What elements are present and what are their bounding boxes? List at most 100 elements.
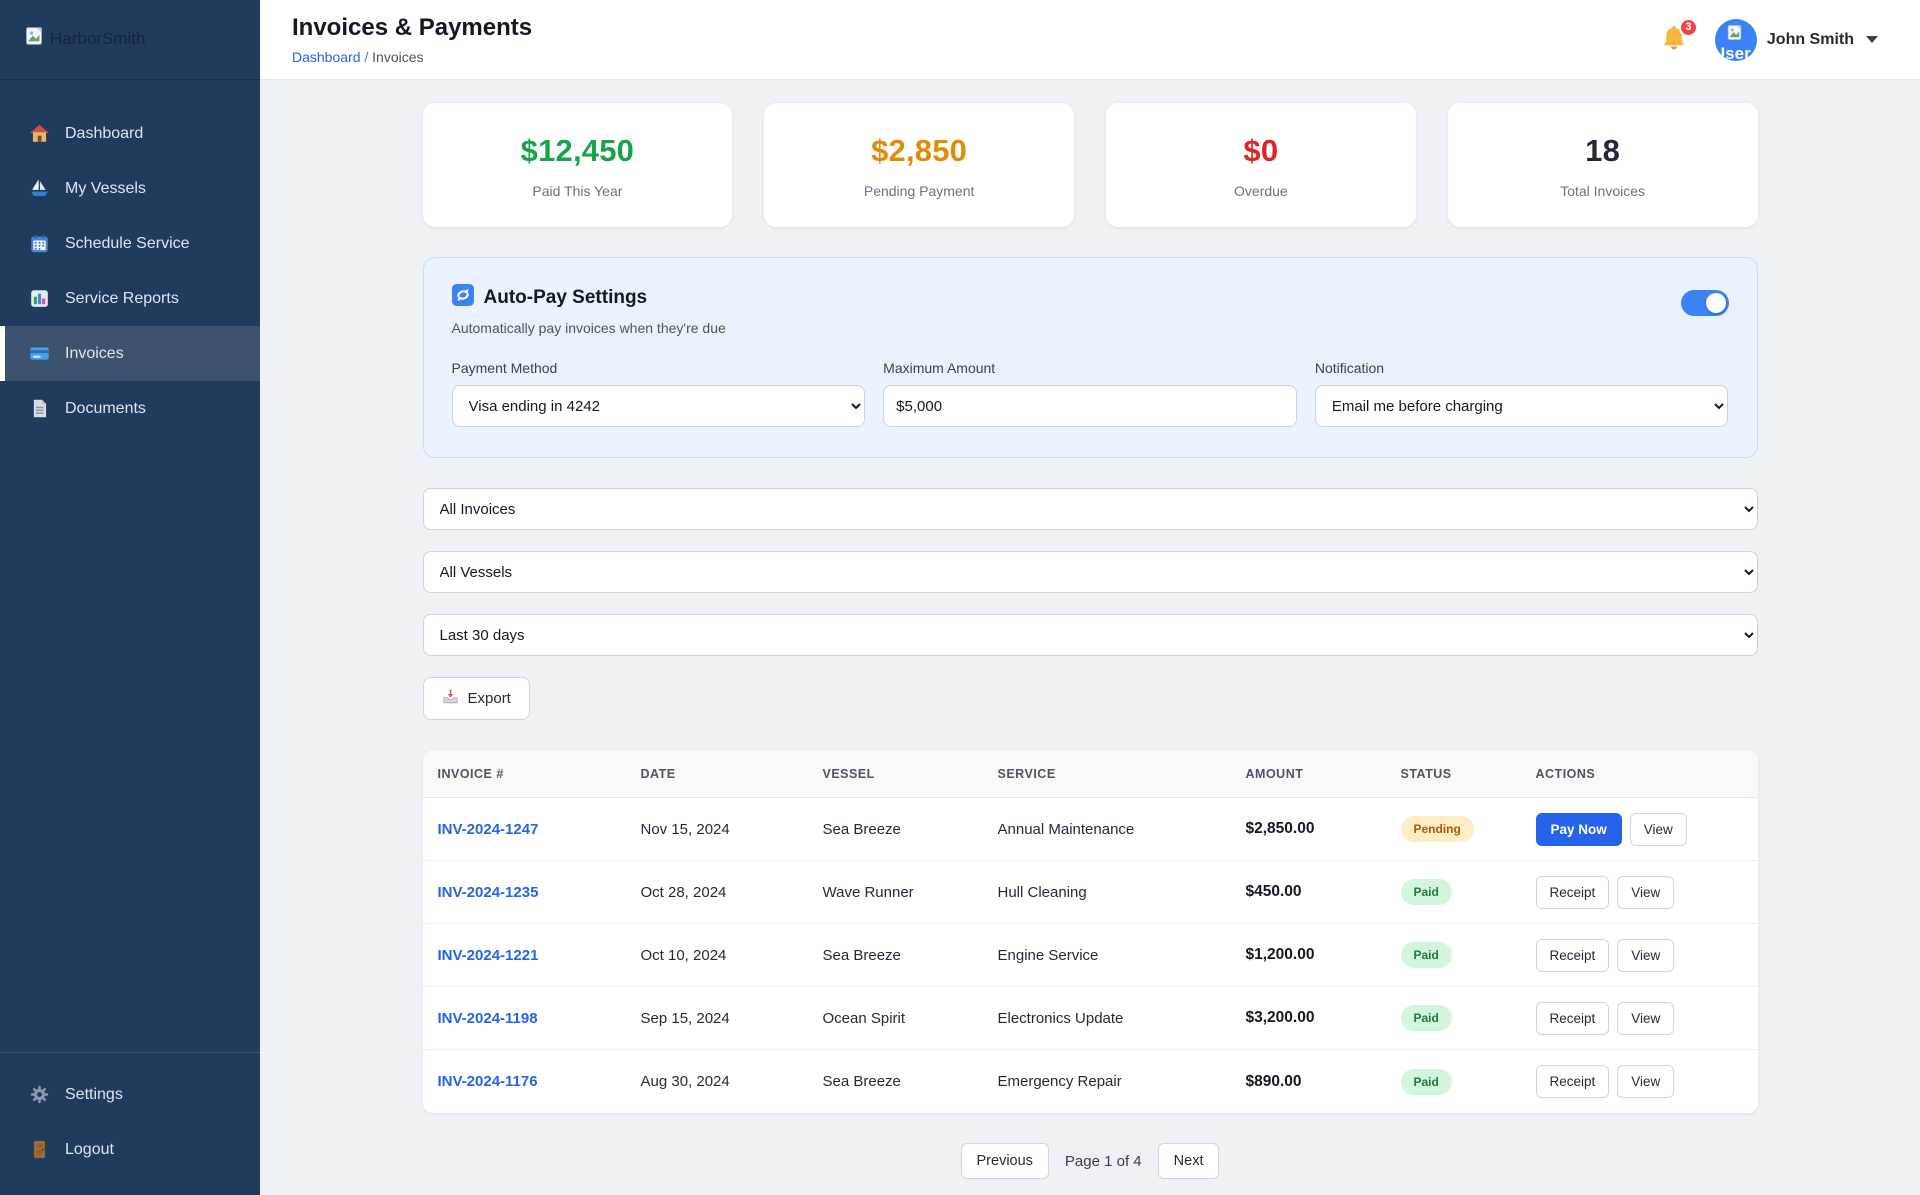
invoice-vessel: Sea Breeze bbox=[822, 820, 901, 838]
invoice-vessel: Ocean Spirit bbox=[822, 1009, 906, 1027]
sidebar-nav: Dashboard My Vessels Schedule Service Se… bbox=[0, 80, 260, 436]
stat-label: Paid This Year bbox=[532, 183, 623, 199]
sidebar-item-dashboard[interactable]: Dashboard bbox=[0, 106, 260, 161]
invoice-service: Annual Maintenance bbox=[997, 820, 1135, 838]
table-row: INV-2024-1235 Oct 28, 2024 Wave Runner H… bbox=[422, 861, 1758, 924]
notification-field: Notification Email me before charging bbox=[1314, 360, 1729, 427]
date-range-filter-select[interactable]: Last 30 days bbox=[422, 614, 1758, 656]
top-header: Invoices & Payments Dashboard / Invoices… bbox=[260, 0, 1920, 80]
stat-card-total-invoices: 18 Total Invoices bbox=[1447, 103, 1758, 227]
invoice-vessel: Sea Breeze bbox=[822, 946, 901, 964]
export-button[interactable]: Export bbox=[422, 677, 530, 720]
invoice-link[interactable]: INV-2024-1176 bbox=[438, 1073, 538, 1090]
status-badge: Paid bbox=[1400, 942, 1452, 968]
sidebar-item-logout[interactable]: Logout bbox=[0, 1122, 260, 1177]
breadcrumb-separator: / bbox=[364, 49, 369, 65]
breadcrumb-current: Invoices bbox=[372, 49, 424, 65]
maximum-amount-input[interactable] bbox=[883, 385, 1297, 427]
credit-card-icon bbox=[29, 343, 50, 364]
stat-label: Overdue bbox=[1234, 183, 1288, 199]
col-vessel: VESSEL bbox=[822, 766, 875, 781]
sidebar-item-label: Schedule Service bbox=[65, 234, 190, 252]
chevron-down-icon bbox=[1866, 36, 1878, 43]
view-button[interactable]: View bbox=[1617, 1001, 1675, 1035]
table-row: INV-2024-1176 Aug 30, 2024 Sea Breeze Em… bbox=[423, 1050, 1758, 1113]
stat-value: $2,850 bbox=[871, 133, 968, 168]
user-name: John Smith bbox=[1766, 30, 1854, 48]
notification-select[interactable]: Email me before charging bbox=[1314, 385, 1729, 427]
sidebar-item-schedule-service[interactable]: Schedule Service bbox=[0, 216, 260, 271]
invoice-vessel: Sea Breeze bbox=[822, 1073, 901, 1090]
inbox-tray-icon bbox=[442, 688, 459, 709]
view-button[interactable]: View bbox=[1629, 812, 1687, 846]
pay-now-button[interactable]: Pay Now bbox=[1535, 812, 1622, 846]
page-title: Invoices & Payments bbox=[292, 14, 533, 41]
view-button[interactable]: View bbox=[1617, 875, 1675, 909]
autopay-title: Auto-Pay Settings bbox=[483, 287, 648, 308]
pagination: Previous Page 1 of 4 Next bbox=[423, 1143, 1758, 1179]
bar-chart-icon bbox=[29, 288, 50, 309]
sidebar-item-label: Dashboard bbox=[65, 124, 144, 142]
header-left: Invoices & Payments Dashboard / Invoices bbox=[292, 14, 532, 65]
sidebar-item-documents[interactable]: Documents bbox=[0, 381, 260, 436]
notifications-button[interactable]: 3 bbox=[1659, 17, 1698, 56]
broken-image-icon bbox=[24, 26, 44, 51]
receipt-button[interactable]: Receipt bbox=[1535, 1001, 1610, 1035]
sidebar-item-service-reports[interactable]: Service Reports bbox=[0, 271, 260, 326]
col-service: SERVICE bbox=[997, 766, 1056, 781]
sidebar-item-label: Service Reports bbox=[65, 289, 179, 307]
invoice-amount: $2,850.00 bbox=[1245, 820, 1315, 837]
autopay-toggle[interactable] bbox=[1680, 290, 1729, 316]
user-menu[interactable]: User John Smith bbox=[1714, 18, 1878, 61]
autopay-panel: Auto-Pay Settings Automatically pay invo… bbox=[422, 257, 1758, 458]
payment-method-select[interactable]: Visa ending in 4242 bbox=[451, 385, 866, 427]
receipt-button[interactable]: Receipt bbox=[1535, 938, 1610, 972]
col-status: STATUS bbox=[1400, 766, 1452, 781]
invoice-date: Sep 15, 2024 bbox=[640, 1009, 730, 1027]
receipt-button[interactable]: Receipt bbox=[1535, 875, 1610, 909]
sidebar-item-my-vessels[interactable]: My Vessels bbox=[0, 161, 260, 216]
previous-page-button[interactable]: Previous bbox=[960, 1143, 1049, 1179]
invoice-link[interactable]: INV-2024-1247 bbox=[438, 821, 539, 838]
vessel-filter-select[interactable]: All Vessels bbox=[422, 551, 1758, 593]
sidebar-item-label: Settings bbox=[65, 1085, 123, 1103]
col-actions: ACTIONS bbox=[1535, 766, 1596, 781]
view-button[interactable]: View bbox=[1617, 1065, 1675, 1098]
invoice-amount: $1,200.00 bbox=[1245, 946, 1315, 963]
sidebar: HarborSmith Dashboard My Vessels Schedul… bbox=[0, 0, 260, 1195]
stat-card-paid-this-year: $12,450 Paid This Year bbox=[422, 103, 733, 227]
sidebar-item-settings[interactable]: Settings bbox=[0, 1067, 260, 1122]
sidebar-item-label: My Vessels bbox=[65, 179, 146, 197]
invoice-date: Nov 15, 2024 bbox=[640, 820, 730, 838]
broken-image-icon bbox=[1727, 24, 1742, 40]
next-page-button[interactable]: Next bbox=[1157, 1143, 1220, 1179]
invoice-link[interactable]: INV-2024-1235 bbox=[438, 884, 539, 901]
table-header-row: INVOICE # DATE VESSEL SERVICE AMOUNT STA… bbox=[422, 750, 1758, 798]
maximum-amount-field: Maximum Amount bbox=[883, 360, 1297, 427]
autopay-subtitle: Automatically pay invoices when they're … bbox=[451, 320, 726, 336]
door-icon bbox=[29, 1139, 50, 1160]
refresh-icon bbox=[451, 284, 474, 312]
invoice-service: Engine Service bbox=[997, 946, 1099, 964]
stat-value: $12,450 bbox=[520, 133, 635, 168]
invoice-status-filter-select[interactable]: All Invoices bbox=[422, 488, 1758, 530]
stat-card-pending-payment: $2,850 Pending Payment bbox=[764, 103, 1074, 227]
invoice-date: Oct 28, 2024 bbox=[640, 883, 727, 901]
autopay-heading: Auto-Pay Settings Automatically pay invo… bbox=[451, 284, 726, 336]
invoice-link[interactable]: INV-2024-1221 bbox=[438, 947, 539, 964]
page-status: Page 1 of 4 bbox=[1064, 1152, 1142, 1170]
table-row: INV-2024-1221 Oct 10, 2024 Sea Breeze En… bbox=[422, 924, 1758, 987]
main-content: $12,450 Paid This Year $2,850 Pending Pa… bbox=[260, 0, 1920, 1195]
receipt-button[interactable]: Receipt bbox=[1535, 1065, 1610, 1098]
invoice-service: Emergency Repair bbox=[997, 1073, 1122, 1090]
invoice-service: Hull Cleaning bbox=[997, 883, 1087, 901]
view-button[interactable]: View bbox=[1617, 938, 1675, 972]
calendar-icon bbox=[29, 233, 50, 254]
sidebar-item-invoices[interactable]: Invoices bbox=[0, 326, 260, 381]
invoice-link[interactable]: INV-2024-1198 bbox=[438, 1010, 538, 1027]
sailboat-icon bbox=[29, 178, 50, 199]
breadcrumb-dashboard-link[interactable]: Dashboard bbox=[292, 49, 361, 65]
stat-label: Pending Payment bbox=[863, 183, 975, 199]
status-badge: Pending bbox=[1400, 816, 1474, 842]
stats-row: $12,450 Paid This Year $2,850 Pending Pa… bbox=[422, 103, 1758, 227]
